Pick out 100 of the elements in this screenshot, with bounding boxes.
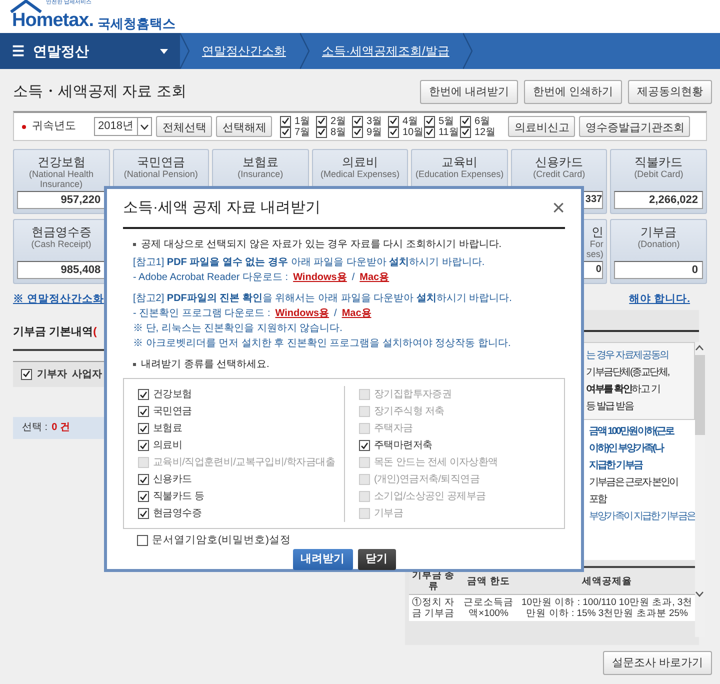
breadcrumb-link[interactable]: 소득·세액공제조회/발급 xyxy=(310,33,464,69)
checkbox[interactable] xyxy=(388,126,400,138)
scroll-up-icon[interactable] xyxy=(695,345,704,351)
checkbox[interactable] xyxy=(388,116,400,126)
month-label: 7월 xyxy=(294,126,310,138)
option-label: 보험료 xyxy=(153,422,182,436)
checkbox[interactable] xyxy=(352,126,364,138)
card-title: 국민연금 xyxy=(136,155,185,169)
column-header: 기부자 xyxy=(37,368,67,382)
option-label: 교육비/직업훈련비/교복구입비/학자금대출 xyxy=(153,456,336,470)
instruction-text: 공제 대상으로 선택되지 않은 자료가 있는 경우 자료를 다시 조회하시기 바랍니다. xyxy=(141,238,502,252)
option-label: 주택자금 xyxy=(374,422,413,436)
info-text: 금액 100만원이하(근로 xyxy=(589,425,676,439)
dialog-button[interactable]: 내려받기 xyxy=(292,548,352,570)
checkbox[interactable] xyxy=(280,116,292,126)
option-label: 주택마련저축 xyxy=(374,439,432,453)
checkbox[interactable] xyxy=(316,116,328,126)
dialog-button[interactable]: 닫기 xyxy=(358,548,396,570)
option-label: 장기주식형 저축 xyxy=(374,405,444,419)
section-note: ( xyxy=(93,325,97,340)
card-title: 직불카드 xyxy=(634,155,683,169)
filter-button[interactable]: 전체선택 xyxy=(156,116,212,137)
breadcrumb-link[interactable]: 연말정산간소화 xyxy=(190,33,300,69)
summary-card[interactable]: 기부금 (Donation) 0 xyxy=(610,219,707,284)
download-link[interactable]: Mac용 xyxy=(360,270,390,285)
option-label: 신용카드 xyxy=(153,473,192,487)
scroll-down-icon[interactable] xyxy=(695,591,704,597)
checkbox[interactable] xyxy=(138,474,149,485)
logo-text[interactable]: Hometax. xyxy=(12,11,94,30)
download-link[interactable]: Mac용 xyxy=(342,306,372,321)
card-title: 신용카드 xyxy=(535,155,584,169)
option-label: 소기업/소상공인 공제부금 xyxy=(374,490,486,504)
table-cell: ①정치 자금 기부금 xyxy=(409,594,458,621)
card-subtitle: (Medical Expenses) xyxy=(320,169,400,179)
option-label: 기부금 xyxy=(374,507,404,521)
note-text: [참고2] PDF파일의 진본 확인을 위해서는 아래 파일을 다운받아 설치하시기 바랍니다. xyxy=(133,292,512,306)
download-label: - Adobe Acrobat Reader 다운로드 : xyxy=(133,271,288,285)
month-label: 3월 xyxy=(366,116,382,126)
checkbox[interactable] xyxy=(460,116,472,126)
checkbox[interactable] xyxy=(424,126,436,138)
option-label: 문서열기암호(비밀번호)설정 xyxy=(152,533,291,548)
checkbox[interactable] xyxy=(21,368,32,380)
month-label: 9월 xyxy=(366,126,382,138)
option-label: 현금영수증 xyxy=(153,507,202,521)
toolbar-button[interactable]: 한번에 내려받기 xyxy=(420,80,518,104)
checkbox[interactable] xyxy=(352,116,364,126)
option-label: 목돈 안드는 전세 이자상환액 xyxy=(374,456,498,470)
notice-link[interactable]: ※ 연말정산간소화 xyxy=(13,292,104,310)
download-link[interactable]: Windows용 xyxy=(275,306,330,321)
table-cell: 10만원 이하 : 100/110 10만원 초과, 3천만원 이하 : 15% 3천만원 초과분 25% xyxy=(519,594,695,621)
filter-button[interactable]: 의료비신고 xyxy=(508,116,576,137)
scroll-thumb[interactable] xyxy=(694,355,705,435)
card-title: 보험료 xyxy=(242,155,278,169)
month-label: 12월 xyxy=(474,126,496,138)
card-title: 의료비 xyxy=(342,155,378,169)
checkbox[interactable] xyxy=(280,126,292,138)
toolbar-button[interactable]: 한번에 인쇄하기 xyxy=(524,80,622,104)
checkbox[interactable] xyxy=(316,126,328,138)
house-icon xyxy=(10,0,42,13)
menu-dropdown[interactable]: ☰ 연말정산 xyxy=(0,33,180,69)
note-text: [참고1] PDF 파일을 열수 없는 경우 아래 파일을 다운받아 설치하시기 바랍니다. xyxy=(133,256,485,270)
instruction-text: 내려받기 종류를 선택하세요. xyxy=(141,358,270,372)
checkbox[interactable] xyxy=(138,406,149,417)
caret-icon xyxy=(140,124,150,130)
info-text: 등 발급 받음 xyxy=(586,400,635,414)
slash-separator: / xyxy=(352,271,355,285)
checkbox[interactable] xyxy=(460,126,472,138)
filter-button[interactable]: 영수증발급기관조회 xyxy=(579,116,690,137)
checkbox[interactable] xyxy=(424,116,436,126)
option-label: 직불카드 등 xyxy=(153,490,204,504)
download-link[interactable]: Windows용 xyxy=(293,270,347,285)
month-label: 6월 xyxy=(474,116,490,126)
summary-card[interactable]: 직불카드 (Debit Card) 2,266,022 xyxy=(610,149,707,214)
column-header: 사업자 xyxy=(72,368,102,382)
card-title: 교육비 xyxy=(442,155,478,169)
info-text: 는 경우 자료제공동의 xyxy=(586,349,670,363)
chevron-divider xyxy=(463,33,474,69)
logo-org-name[interactable]: 국세청홈택스 xyxy=(98,17,176,30)
summary-label: 선택 : xyxy=(22,421,48,435)
chevron-divider xyxy=(180,33,190,69)
toolbar-button[interactable]: 제공동의현황 xyxy=(628,80,712,104)
info-text: 여부를 확인하고 기 xyxy=(586,383,661,397)
checkbox[interactable] xyxy=(359,440,370,451)
filter-button[interactable]: 선택해제 xyxy=(216,116,272,137)
section-title: 기부금 기본내역 xyxy=(13,325,94,340)
month-label: 8월 xyxy=(330,126,346,138)
caret-icon xyxy=(160,48,168,54)
summary-card[interactable]: 건강보험 (National Health Insurance) 957,220 xyxy=(13,149,110,214)
checkbox[interactable] xyxy=(137,535,148,546)
card-subtitle: (Cash Receipt) xyxy=(31,239,92,249)
card-subtitle: (National Health Insurance) xyxy=(28,169,95,189)
checkbox[interactable] xyxy=(138,389,149,400)
checkbox[interactable] xyxy=(138,508,149,519)
year-select[interactable]: 2018년 xyxy=(94,117,152,136)
survey-button[interactable]: 설문조사 바로가기 xyxy=(602,651,712,675)
month-label: 2월 xyxy=(330,116,346,126)
checkbox[interactable] xyxy=(138,423,149,434)
notice-link[interactable]: 해야 합니다. xyxy=(629,292,690,310)
checkbox[interactable] xyxy=(138,491,149,502)
checkbox[interactable] xyxy=(138,440,149,451)
